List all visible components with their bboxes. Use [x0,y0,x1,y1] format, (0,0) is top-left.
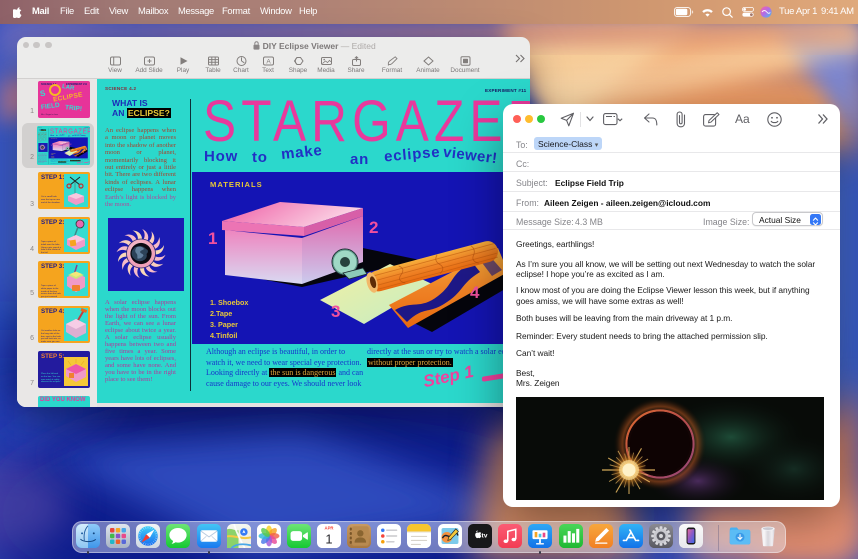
svg-text:1: 1 [325,532,332,547]
svg-text:tv: tv [482,533,488,540]
svg-text:APR: APR [325,526,334,531]
svg-text:A: A [266,58,271,65]
